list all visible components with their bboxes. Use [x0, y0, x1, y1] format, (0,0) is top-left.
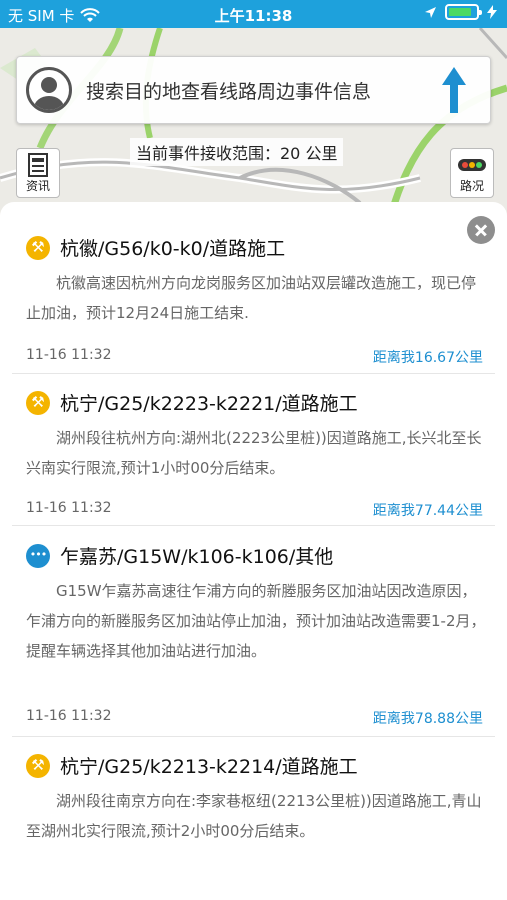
- battery-level: [449, 8, 471, 16]
- event-title: 杭宁/G25/k2223-k2221/道路施工: [60, 393, 358, 415]
- range-label: 当前事件接收范围：20 公里: [130, 138, 344, 166]
- traffic-button-label: 路况: [459, 179, 484, 193]
- route-arrow-icon[interactable]: [434, 65, 474, 115]
- event-title: 乍嘉苏/G15W/k106-k106/其他: [60, 546, 334, 568]
- event-time: 11-16 11:32: [26, 347, 112, 363]
- event-item[interactable]: 杭宁/G25/k2223-k2221/道路施工 湖州段往杭州方向:湖州北(222…: [12, 389, 495, 526]
- event-header: 乍嘉苏/G15W/k106-k106/其他: [26, 542, 333, 569]
- event-header: 杭宁/G25/k2223-k2221/道路施工: [26, 389, 358, 416]
- event-description: 湖州段往南京方向在:李家巷枢纽(2213公里桩))因道路施工,青山至湖州北实行限…: [26, 792, 482, 840]
- event-header: 杭宁/G25/k2213-k2214/道路施工: [26, 752, 358, 779]
- event-distance: 距离我77.44公里: [372, 503, 483, 519]
- news-button[interactable]: 资讯: [16, 148, 60, 198]
- event-description: 湖州段往杭州方向:湖州北(2223公里桩))因道路施工,长兴北至长兴南实行限流,…: [26, 429, 482, 477]
- event-time: 11-16 11:32: [26, 708, 112, 724]
- event-header: 杭徽/G56/k0-k0/道路施工: [26, 234, 285, 261]
- battery-icon: [445, 4, 482, 20]
- news-icon: [28, 153, 48, 177]
- more-icon: [26, 543, 50, 568]
- charging-icon: [487, 5, 497, 19]
- event-item[interactable]: 乍嘉苏/G15W/k106-k106/其他 G15W乍嘉苏高速往乍浦方向的新塍服…: [12, 542, 495, 737]
- event-list-panel[interactable]: 杭徽/G56/k0-k0/道路施工 杭徽高速因杭州方向龙岗服务区加油站双层罐改造…: [0, 202, 507, 900]
- status-right: [424, 4, 497, 20]
- construction-icon: [26, 235, 50, 260]
- event-description: G15W乍嘉苏高速往乍浦方向的新塍服务区加油站因改造原因，乍浦方向的新塍服务区加…: [26, 582, 486, 660]
- avatar[interactable]: [26, 67, 72, 113]
- construction-icon: [26, 390, 50, 415]
- event-item[interactable]: 杭徽/G56/k0-k0/道路施工 杭徽高速因杭州方向龙岗服务区加油站双层罐改造…: [12, 234, 495, 374]
- event-time: 11-16 11:32: [26, 500, 112, 516]
- construction-icon: [26, 753, 50, 778]
- search-bar[interactable]: 搜索目的地查看线路周边事件信息: [16, 56, 491, 124]
- traffic-button[interactable]: 路况: [450, 148, 494, 198]
- event-description: 杭徽高速因杭州方向龙岗服务区加油站双层罐改造施工，现已停止加油，预计12月24日…: [26, 274, 477, 322]
- status-bar: 无 SIM 卡 上午11:38: [0, 0, 507, 28]
- event-distance: 距离我16.67公里: [372, 350, 483, 366]
- event-title: 杭徽/G56/k0-k0/道路施工: [60, 238, 286, 260]
- news-button-label: 资讯: [25, 179, 50, 193]
- event-distance: 距离我78.88公里: [372, 711, 483, 727]
- location-arrow-icon: [425, 6, 436, 18]
- search-input[interactable]: 搜索目的地查看线路周边事件信息: [86, 77, 434, 104]
- traffic-light-icon: [458, 159, 486, 171]
- event-title: 杭宁/G25/k2213-k2214/道路施工: [60, 756, 358, 778]
- event-item[interactable]: 杭宁/G25/k2213-k2214/道路施工 湖州段往南京方向在:李家巷枢纽(…: [12, 752, 495, 900]
